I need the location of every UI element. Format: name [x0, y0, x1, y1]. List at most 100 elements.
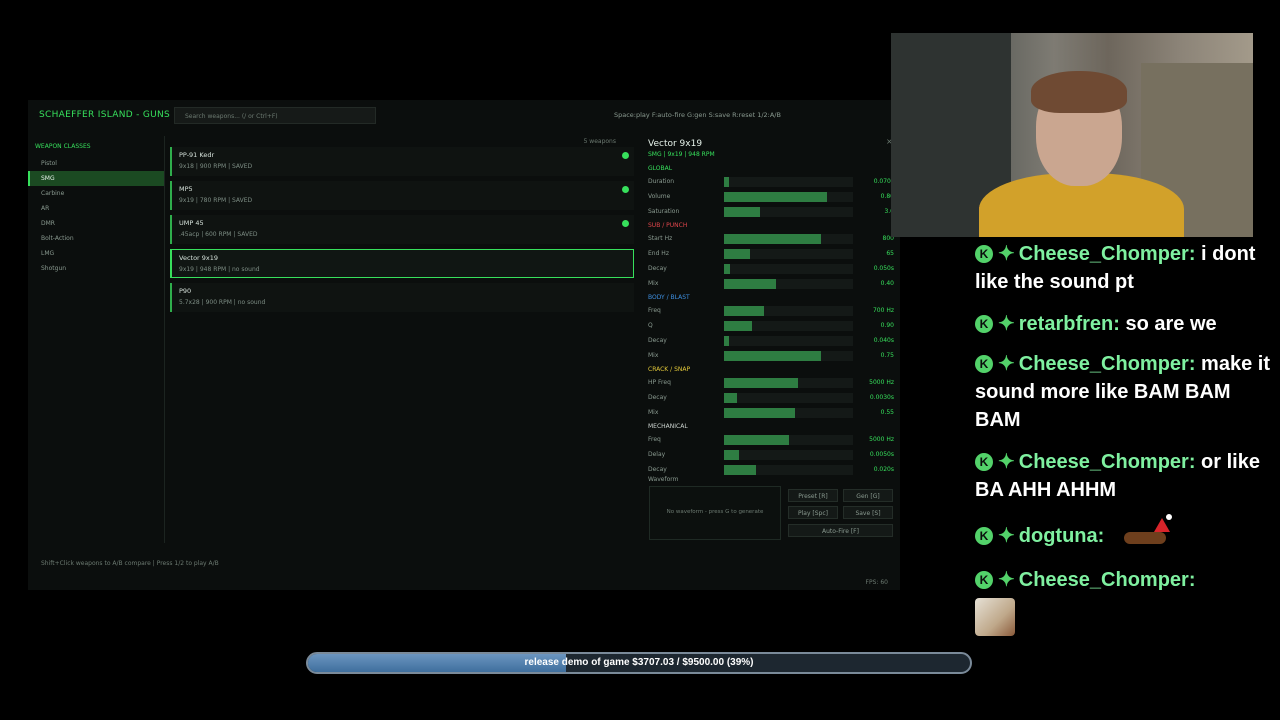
weapon-name: MP5	[179, 185, 193, 193]
chat-message: K ✦ Cheese_Chomper: make it sound more lik…	[975, 350, 1275, 434]
sidebar-item-carbine[interactable]: Carbine	[28, 186, 164, 201]
param-slider[interactable]	[724, 192, 853, 202]
param-row: Mix 0.75	[646, 349, 898, 364]
sidebar-item-bolt-action[interactable]: Bolt-Action	[28, 231, 164, 246]
param-row: Q 0.90	[646, 319, 898, 334]
sidebar-item-shotgun[interactable]: Shotgun	[28, 261, 164, 276]
chat-message: K ✦ Cheese_Chomper: or like BA AHH AHHM	[975, 448, 1275, 504]
param-slider-fill	[724, 306, 764, 316]
param-value: 0.75	[880, 352, 894, 359]
sidebar-item-pistol[interactable]: Pistol	[28, 156, 164, 171]
search-input[interactable]: Search weapons... (/ or Ctrl+F)	[174, 107, 376, 124]
param-slider-fill	[724, 450, 740, 460]
param-slider[interactable]	[724, 207, 853, 217]
chat-username[interactable]: Cheese_Chomper:	[1019, 243, 1196, 265]
weapon-row[interactable]: Vector 9x19 9x19 | 948 RPM | no sound	[170, 249, 634, 278]
param-slider[interactable]	[724, 393, 853, 403]
sidebar-item-lmg[interactable]: LMG	[28, 246, 164, 261]
chat-message: K ✦ Cheese_Chomper:	[975, 566, 1275, 594]
param-slider[interactable]	[724, 465, 853, 475]
param-label: Mix	[648, 409, 659, 416]
section-heading: CRACK / SNAP	[648, 366, 691, 373]
param-row: Delay 0.0050s	[646, 448, 898, 463]
save-button[interactable]: Save [S]	[843, 506, 893, 519]
webcam-feed	[891, 33, 1253, 237]
param-slider-fill	[724, 264, 731, 274]
play-button[interactable]: Play [Spc]	[788, 506, 838, 519]
param-slider[interactable]	[724, 351, 853, 361]
param-value: 65	[886, 250, 894, 257]
param-slider[interactable]	[724, 450, 853, 460]
param-row: Start Hz 800	[646, 232, 898, 247]
param-slider[interactable]	[724, 435, 853, 445]
weapon-list: 5 weapons PP-91 Kedr 9x18 | 900 RPM | SAV…	[170, 136, 636, 543]
weapon-row[interactable]: P90 5.7x28 | 900 RPM | no sound	[170, 283, 634, 312]
param-slider-fill	[724, 234, 821, 244]
param-slider[interactable]	[724, 321, 853, 331]
weapon-row[interactable]: UMP 45 .45acp | 600 RPM | SAVED	[170, 215, 634, 244]
diamond-badge-icon: ✦	[998, 569, 1015, 591]
param-slider[interactable]	[724, 249, 853, 259]
param-slider-fill	[724, 249, 750, 259]
kick-badge-icon: K	[975, 355, 993, 373]
weapon-stats: 9x18 | 900 RPM | SAVED	[179, 163, 253, 170]
chat-username[interactable]: Cheese_Chomper:	[1019, 451, 1196, 473]
donation-goal-bar: release demo of game $3707.03 / $9500.00…	[306, 652, 972, 674]
chat-message: K ✦ retarbfren: so are we	[975, 310, 1275, 338]
param-label: Decay	[648, 394, 667, 401]
param-value: 0.90	[880, 322, 894, 329]
chat-username[interactable]: Cheese_Chomper:	[1019, 353, 1196, 375]
chat-text: so are we	[1125, 313, 1217, 335]
chat-username[interactable]: retarbfren:	[1019, 313, 1120, 335]
param-slider[interactable]	[724, 177, 853, 187]
waveform-label: Waveform	[648, 476, 679, 483]
param-row: End Hz 65	[646, 247, 898, 262]
param-slider[interactable]	[724, 378, 853, 388]
param-row: Volume 0.80	[646, 190, 898, 205]
chat-message: K ✦ Cheese_Chomper: i dont like the sound …	[975, 240, 1275, 296]
param-label: Freq	[648, 436, 661, 443]
kick-badge-icon: K	[975, 315, 993, 333]
chat-username[interactable]: dogtuna:	[1019, 525, 1105, 547]
santa-hat-icon	[1153, 518, 1170, 532]
santa-hat-pompom	[1165, 514, 1172, 520]
param-slider[interactable]	[724, 336, 853, 346]
chat-username[interactable]: Cheese_Chomper:	[1019, 569, 1196, 591]
diamond-badge-icon: ✦	[998, 353, 1015, 375]
param-slider-fill	[724, 207, 761, 217]
section-heading: MECHANICAL	[648, 423, 688, 430]
param-label: Saturation	[648, 208, 680, 215]
param-slider[interactable]	[724, 408, 853, 418]
param-slider[interactable]	[724, 279, 853, 289]
sidebar-item-ar[interactable]: AR	[28, 201, 164, 216]
footer-hint: Shift+Click weapons to A/B compare | Pre…	[41, 560, 219, 567]
param-slider-fill	[724, 435, 789, 445]
param-slider[interactable]	[724, 306, 853, 316]
auto-fire-button[interactable]: Auto-Fire [F]	[788, 524, 893, 537]
hotkey-hints: Space:play F:auto-fire G:gen S:save R:re…	[614, 111, 781, 119]
param-value: 0.0030s	[869, 394, 894, 401]
streamer-hair	[1031, 71, 1127, 113]
gen-button[interactable]: Gen [G]	[843, 489, 893, 502]
param-row: Mix 0.55	[646, 406, 898, 421]
param-slider[interactable]	[724, 234, 853, 244]
param-row: HP Freq 5000 Hz	[646, 376, 898, 391]
weapon-row[interactable]: PP-91 Kedr 9x18 | 900 RPM | SAVED	[170, 147, 634, 176]
weapon-stats: 9x19 | 948 RPM | no sound	[179, 266, 260, 273]
sidebar-item-smg[interactable]: SMG	[28, 171, 164, 186]
stream-chat: K ✦ Cheese_Chomper: i dont like the sound …	[975, 240, 1275, 650]
weapon-detail-panel: Vector 9x19 SMG | 9x19 | 948 RPM GLOBAL D…	[646, 136, 898, 540]
saved-indicator-icon	[622, 186, 629, 193]
param-row: Freq 700 Hz	[646, 304, 898, 319]
sound-designer-window: SCHAEFFER ISLAND - GUNS Search weapons..…	[28, 100, 900, 590]
weapon-stats: .45acp | 600 RPM | SAVED	[179, 231, 258, 238]
weapon-row[interactable]: MP5 9x19 | 780 RPM | SAVED	[170, 181, 634, 210]
param-slider-fill	[724, 321, 753, 331]
diamond-badge-icon: ✦	[998, 451, 1015, 473]
param-label: Mix	[648, 280, 659, 287]
preset-button[interactable]: Preset [R]	[788, 489, 838, 502]
param-value: 5000 Hz	[869, 436, 894, 443]
sidebar-item-dmr[interactable]: DMR	[28, 216, 164, 231]
param-value: 0.0050s	[869, 451, 894, 458]
param-slider[interactable]	[724, 264, 853, 274]
